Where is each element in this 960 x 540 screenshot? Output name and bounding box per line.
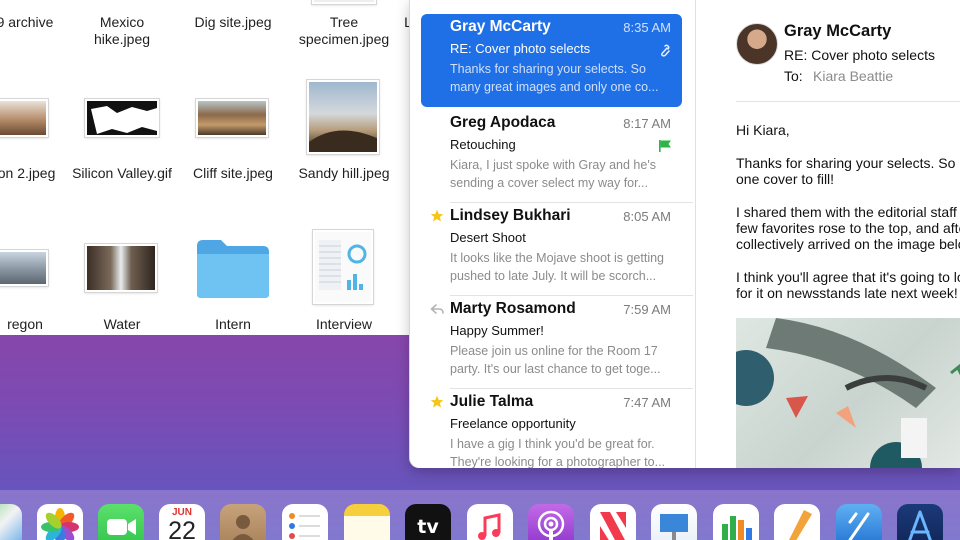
news-icon[interactable] — [590, 504, 636, 540]
facetime-icon[interactable] — [98, 504, 144, 540]
file-partial[interactable]: L — [353, 14, 410, 31]
file-name: Interview — [315, 316, 373, 332]
file-thumbnail — [0, 250, 48, 286]
file-silicon-valley[interactable]: Silicon Valley.gif — [67, 165, 177, 182]
calendar-day: 22 — [168, 517, 196, 540]
reader-recipient[interactable]: Kiara Beattie — [813, 68, 893, 84]
file-name: Mexico — [99, 14, 145, 30]
file-name: specimen.jpeg — [298, 31, 390, 47]
body-paragraph: I think you'll agree that it's going to … — [736, 269, 960, 301]
file-thumbnail — [313, 230, 373, 304]
apple-tv-icon[interactable]: tv — [405, 504, 451, 540]
message-sender: Marty Rosamond — [450, 300, 576, 317]
file-mexico-hike[interactable]: Mexico hike.jpeg — [67, 14, 177, 48]
message-time: 8:17 AM — [623, 116, 671, 131]
reader-sender: Gray McCarty — [784, 22, 892, 40]
message-preview: Kiara, I just spoke with Gray and he's s… — [450, 158, 656, 190]
file-name: Sandy hill.jpeg — [298, 165, 390, 181]
apple-tv-label: tv — [417, 516, 439, 538]
file-name: Water — [103, 316, 141, 332]
message-time: 8:35 AM — [623, 20, 671, 35]
file-name: Cliff site.jpeg — [193, 165, 273, 181]
file-name: L — [404, 14, 410, 30]
calendar-icon[interactable]: JUN 22 — [159, 504, 205, 540]
star-icon — [430, 395, 444, 408]
message-preview: Thanks for sharing your selects. So many… — [450, 62, 659, 94]
instruments-icon[interactable] — [897, 504, 943, 540]
file-name: Silicon Valley.gif — [72, 165, 172, 181]
message-time: 8:05 AM — [623, 209, 671, 224]
file-thumbnail — [196, 99, 268, 137]
message-item[interactable]: Greg Apodaca 8:17 AM Retouching Kiara, I… — [421, 110, 693, 203]
reading-pane: Gray McCarty RE: Cover photo selects To:… — [696, 0, 960, 468]
file-dig-site[interactable]: Dig site.jpeg — [178, 14, 288, 31]
message-sender: Gray McCarty — [450, 18, 551, 35]
message-time: 7:59 AM — [623, 302, 671, 317]
reader-subject: RE: Cover photo selects — [784, 47, 935, 63]
file-thumbnail — [312, 0, 376, 4]
finder-window: 9 archive Mexico hike.jpeg Dig site.jpeg… — [0, 0, 410, 335]
message-preview: Please join us online for the Room 17 pa… — [450, 344, 661, 376]
attached-image[interactable] — [736, 318, 960, 468]
message-preview: I have a gig I think you'd be great for.… — [450, 437, 666, 468]
body-paragraph: Thanks for sharing your selects. So m on… — [736, 155, 960, 187]
keynote-icon[interactable] — [651, 504, 697, 540]
reply-icon — [430, 304, 444, 314]
folder-intern[interactable]: Intern — [178, 316, 288, 333]
file-thumbnail — [307, 80, 379, 154]
message-sender: Julie Talma — [450, 393, 534, 410]
file-water[interactable]: Water — [67, 316, 177, 333]
file-thumbnail — [0, 99, 48, 137]
body-paragraph: Hi Kiara, — [736, 122, 790, 138]
message-item[interactable]: Marty Rosamond 7:59 AM Happy Summer! Ple… — [421, 296, 693, 389]
notes-icon[interactable] — [344, 504, 390, 540]
avatar[interactable] — [736, 23, 778, 65]
pages-icon[interactable] — [774, 504, 820, 540]
message-subject: Happy Summer! — [450, 323, 544, 338]
body-paragraph: I shared them with the editorial staff a… — [736, 204, 960, 252]
message-subject: Desert Shoot — [450, 230, 526, 245]
file-sandy-hill[interactable]: Sandy hill.jpeg — [289, 165, 399, 182]
message-subject: RE: Cover photo selects — [450, 41, 591, 56]
message-sender: Greg Apodaca — [450, 114, 556, 131]
paperclip-icon — [661, 44, 670, 57]
file-interview[interactable]: Interview — [289, 316, 399, 333]
divider — [736, 101, 960, 102]
file-name: hike.jpeg — [93, 31, 151, 47]
message-time: 7:47 AM — [623, 395, 671, 410]
flag-icon — [659, 140, 671, 152]
photos-icon[interactable] — [37, 504, 83, 540]
message-preview: It looks like the Mojave shoot is gettin… — [450, 251, 665, 283]
star-icon — [430, 209, 444, 222]
message-sender: Lindsey Bukhari — [450, 207, 571, 224]
reminders-icon[interactable] — [282, 504, 328, 540]
message-subject: Retouching — [450, 137, 516, 152]
maps-icon[interactable] — [0, 504, 22, 540]
message-item[interactable]: Gray McCarty 8:35 AM RE: Cover photo sel… — [421, 14, 682, 107]
file-cliff-site[interactable]: Cliff site.jpeg — [178, 165, 288, 182]
contacts-icon[interactable] — [220, 504, 266, 540]
message-item[interactable]: Lindsey Bukhari 8:05 AM Desert Shoot It … — [421, 203, 693, 296]
numbers-icon[interactable] — [713, 504, 759, 540]
podcasts-icon[interactable] — [528, 504, 574, 540]
music-icon[interactable] — [467, 504, 513, 540]
file-name: Intern — [215, 316, 251, 332]
message-item[interactable]: Julie Talma 7:47 AM Freelance opportunit… — [421, 389, 682, 468]
file-thumbnail — [85, 244, 157, 292]
file-thumbnail — [85, 99, 159, 137]
message-list: Gray McCarty 8:35 AM RE: Cover photo sel… — [410, 0, 696, 468]
reader-to-label: To: — [784, 68, 803, 84]
folder-icon[interactable] — [195, 236, 271, 300]
message-body: Hi Kiara, Thanks for sharing your select… — [736, 122, 960, 318]
xcode-icon[interactable] — [836, 504, 882, 540]
message-subject: Freelance opportunity — [450, 416, 576, 431]
mail-window: Gray McCarty 8:35 AM RE: Cover photo sel… — [410, 0, 960, 468]
file-name: Dig site.jpeg — [194, 14, 272, 30]
